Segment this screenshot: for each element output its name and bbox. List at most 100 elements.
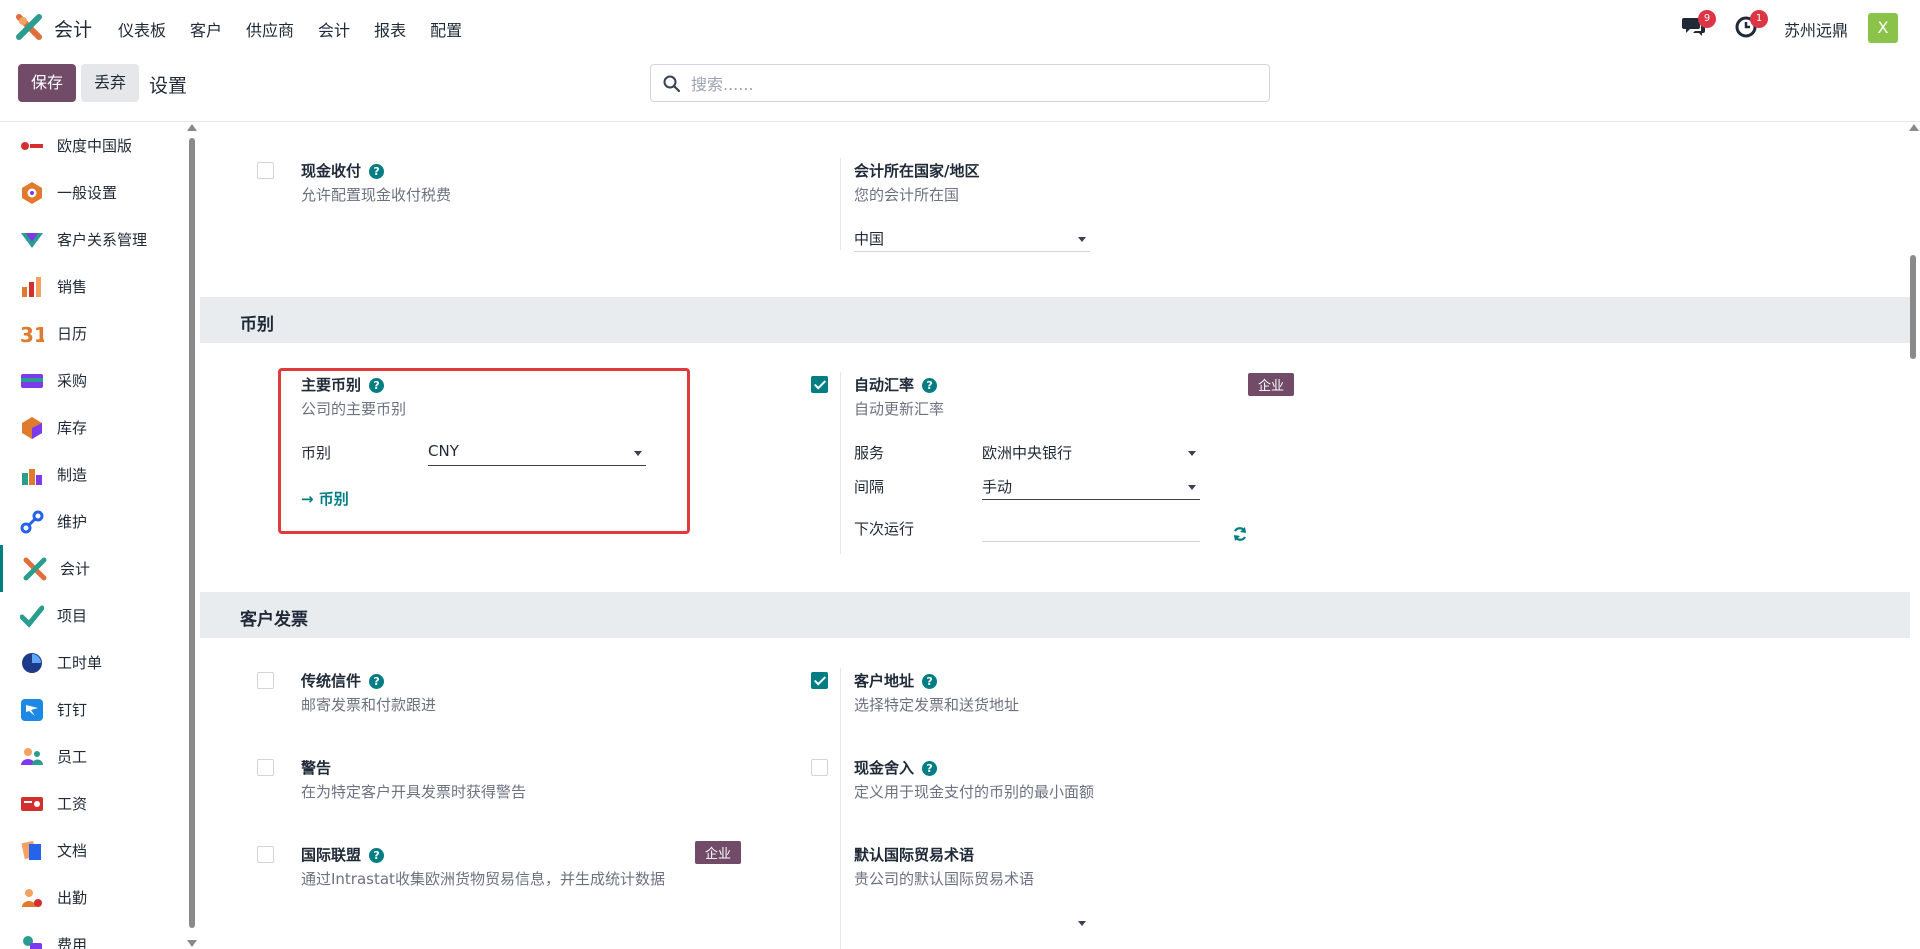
save-button[interactable]: 保存 [18,64,76,102]
sidebar-item-documents[interactable]: 文档 [0,827,185,874]
sidebar-item-timesheet[interactable]: 工时单 [0,639,185,686]
sidebar-item-maintenance[interactable]: 维护 [0,498,185,545]
sidebar-item-label: 工时单 [57,654,103,672]
warnings-title: 警告 [301,759,332,777]
sales-icon [22,276,41,297]
sidebar-item-label: 欧度中国版 [57,137,133,155]
search-icon [663,75,681,93]
sidebar-item-employees[interactable]: 员工 [0,733,185,780]
project-icon [20,605,44,628]
auto-rate-title-text: 自动汇率 [854,376,915,394]
menu-item-vendors[interactable]: 供应商 [246,17,294,41]
rate-interval-select[interactable]: 手动 [982,476,1200,500]
customer-address-desc: 选择特定发票和送货地址 [854,696,1020,714]
sidebar-item-dingtalk[interactable]: 钉钉 [0,686,185,733]
help-icon[interactable]: ? [369,848,385,863]
auto-rate-checkbox[interactable] [811,376,828,393]
help-icon[interactable]: ? [922,761,938,776]
sidebar-item-label: 出勤 [57,889,88,907]
accounting-icon [23,557,47,580]
chevron-down-icon [1078,921,1086,926]
next-run-field[interactable] [982,518,1200,542]
sidebar-item-general-settings[interactable]: 一般设置 [0,169,185,216]
cash-basis-checkbox[interactable] [257,162,274,179]
main-menu: 仪表板 客户 供应商 会计 报表 配置 [118,17,486,41]
sidebar-item-purchase[interactable]: 采购 [0,357,185,404]
menu-item-accounting[interactable]: 会计 [318,17,350,41]
sidebar-item-calendar[interactable]: 31 日历 [0,310,185,357]
search-input[interactable] [689,71,1249,97]
messages-count-badge: 9 [1698,10,1716,28]
sidebar-item-project[interactable]: 项目 [0,592,185,639]
fiscal-country-select[interactable]: 中国 [854,228,1090,252]
enterprise-badge: 企业 [695,841,742,864]
snailmail-checkbox[interactable] [257,672,274,689]
sidebar-scroll-down-arrow[interactable] [187,940,197,947]
menu-item-customers[interactable]: 客户 [190,17,222,41]
sidebar-item-label: 文档 [57,842,88,860]
cash-rounding-checkbox[interactable] [811,759,828,776]
sidebar-item-label: 一般设置 [57,184,118,202]
cash-rounding-title-text: 现金舍入 [854,759,915,777]
snailmail-desc: 邮寄发票和付款跟进 [301,696,437,714]
app-name[interactable]: 会计 [54,15,92,42]
arrow-right-icon: → [301,490,319,508]
help-icon[interactable]: ? [369,378,385,393]
discard-button[interactable]: 丢弃 [81,64,139,102]
menu-item-configuration[interactable]: 配置 [430,17,462,41]
customer-address-title-text: 客户地址 [854,672,915,690]
menu-item-reporting[interactable]: 报表 [374,17,406,41]
chevron-down-icon [1188,451,1196,456]
rate-interval-value: 手动 [982,478,1013,496]
refresh-icon[interactable] [1232,526,1248,542]
sidebar-item-inventory[interactable]: 库存 [0,404,185,451]
help-icon[interactable]: ? [922,674,938,689]
rate-service-value: 欧洲中央银行 [982,444,1073,462]
accounting-app-icon[interactable] [16,14,42,40]
sidebar-scrollbar[interactable] [189,138,195,928]
warnings-desc: 在为特定客户开具发票时获得警告 [301,783,527,801]
activities-button[interactable]: 1 [1734,10,1768,40]
main-currency-desc: 公司的主要币别 [301,400,407,418]
currency-select[interactable]: CNY [428,442,646,466]
content-scrollbar[interactable] [1910,255,1916,359]
svg-text:31: 31 [20,323,44,346]
sidebar-scroll-up-arrow[interactable] [187,124,197,131]
company-switcher[interactable]: 苏州远鼎 [1784,17,1848,41]
help-icon[interactable]: ? [922,378,938,393]
sidebar-item-manufacturing[interactable]: 制造 [0,451,185,498]
sidebar-item-accounting[interactable]: 会计 [0,545,185,592]
warnings-checkbox[interactable] [257,759,274,776]
sidebar-item-label: 库存 [57,419,88,437]
cash-basis-desc: 允许配置现金收付税费 [301,186,452,204]
messages-button[interactable]: 9 [1682,10,1716,40]
purchase-icon [21,373,43,388]
help-icon[interactable]: ? [369,674,385,689]
intrastat-checkbox[interactable] [257,846,274,863]
sidebar-item-attendance[interactable]: 出勤 [0,874,185,921]
search-box[interactable] [650,64,1270,102]
menu-item-dashboard[interactable]: 仪表板 [118,17,166,41]
sidebar-item-expenses[interactable]: 费用 [0,921,185,949]
odoo-cn-logo-icon [21,141,43,150]
content-scroll-up-arrow[interactable] [1909,124,1919,131]
sidebar-item-sales[interactable]: 销售 [0,263,185,310]
user-avatar[interactable]: X [1868,13,1898,43]
sidebar-item-odoo-cn[interactable]: 欧度中国版 [0,122,185,169]
top-navbar: 会计 仪表板 客户 供应商 会计 报表 配置 9 1 苏州远鼎 X [0,0,1920,54]
section-title-customer-invoices: 客户发票 [240,610,308,630]
currencies-link[interactable]: → 币别 [301,488,349,509]
sidebar-item-crm[interactable]: 客户关系管理 [0,216,185,263]
customer-address-checkbox[interactable] [811,672,828,689]
rate-service-select[interactable]: 欧洲中央银行 [982,442,1200,466]
enterprise-badge: 企业 [1248,373,1295,396]
sidebar-item-label: 维护 [57,513,88,531]
section-header-currency: 币别 [200,297,1910,343]
incoterm-select[interactable] [854,912,1090,936]
help-icon[interactable]: ? [369,164,385,179]
column-divider [840,668,841,949]
incoterm-title: 默认国际贸易术语 [854,846,975,864]
snailmail-title-text: 传统信件 [301,672,362,690]
sidebar-item-payroll[interactable]: 工资 [0,780,185,827]
cash-rounding-title: 现金舍入? [854,757,938,778]
